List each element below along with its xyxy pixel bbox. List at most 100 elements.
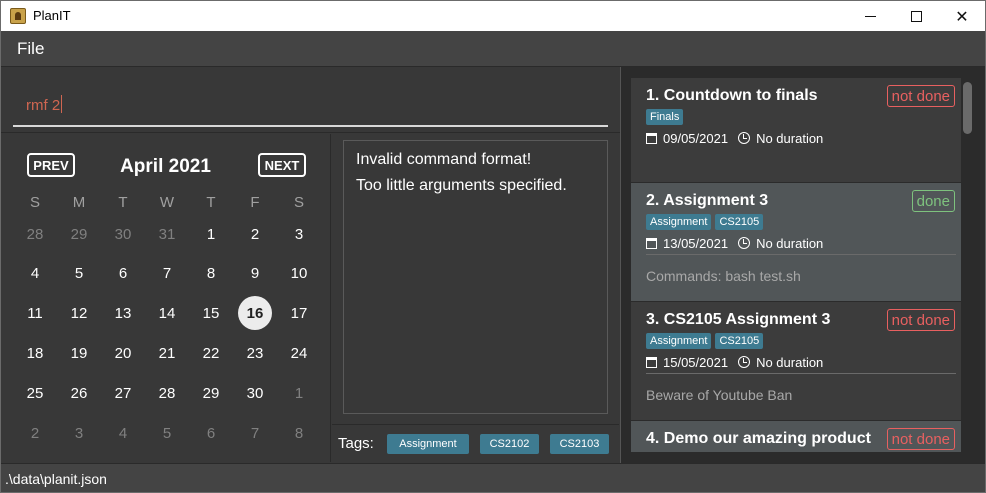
- calendar-day[interactable]: 20: [106, 336, 140, 370]
- calendar-day[interactable]: 8: [194, 256, 228, 290]
- minimize-button[interactable]: [847, 1, 893, 31]
- task-tags: Finals: [646, 109, 684, 125]
- calendar-day[interactable]: 1: [282, 376, 316, 410]
- calendar-day[interactable]: 7: [238, 416, 272, 450]
- calendar-day[interactable]: 22: [194, 336, 228, 370]
- calendar-day[interactable]: 5: [150, 416, 184, 450]
- calendar-day[interactable]: 19: [62, 336, 96, 370]
- calendar-icon: [646, 356, 657, 368]
- task-status-badge: not done: [886, 309, 955, 331]
- calendar-day[interactable]: 14: [150, 296, 184, 330]
- weekday-header: S: [293, 193, 304, 211]
- tag-chip[interactable]: CS2102: [480, 434, 539, 454]
- task-duration: No duration: [756, 130, 824, 146]
- tag-chip[interactable]: CS2103: [550, 434, 609, 454]
- task-card[interactable]: 1. Countdown to finals not done Finals 09/0…: [631, 78, 961, 182]
- task-divider: [646, 373, 956, 374]
- calendar-day[interactable]: 21: [150, 336, 184, 370]
- calendar-day[interactable]: 11: [18, 296, 52, 330]
- calendar-day[interactable]: 7: [150, 256, 184, 290]
- menu-file[interactable]: File: [17, 39, 44, 59]
- calendar-day[interactable]: 26: [62, 376, 96, 410]
- minimize-icon: [864, 15, 876, 17]
- calendar-day[interactable]: 29: [194, 376, 228, 410]
- menu-bar: File: [1, 31, 985, 67]
- calendar-day[interactable]: 18: [18, 336, 52, 370]
- task-list-scrollbar[interactable]: [961, 78, 975, 452]
- app-logo-icon: [10, 8, 26, 24]
- calendar-day[interactable]: 31: [150, 217, 184, 251]
- task-card[interactable]: 3. CS2105 Assignment 3 not done Assignment…: [631, 302, 961, 420]
- calendar-day[interactable]: 6: [106, 256, 140, 290]
- calendar-day[interactable]: 13: [106, 296, 140, 330]
- result-message-line: Too little arguments specified.: [356, 177, 567, 194]
- command-input[interactable]: rmf 2: [13, 79, 608, 127]
- task-card[interactable]: 2. Assignment 3 done Assignment CS2105 13/05…: [631, 183, 961, 301]
- weekday-header: W: [159, 193, 175, 211]
- window-title: PlanIT: [33, 8, 71, 23]
- close-icon: ✕: [955, 6, 969, 26]
- task-status-badge: not done: [886, 428, 955, 450]
- weekday-header: S: [29, 193, 40, 211]
- tag-chip[interactable]: Assignment: [387, 434, 469, 454]
- calendar-day[interactable]: 28: [150, 376, 184, 410]
- task-status-badge: done: [911, 190, 955, 212]
- calendar-day[interactable]: 4: [106, 416, 140, 450]
- calendar-month-title: April 2021: [120, 156, 211, 177]
- calendar-day[interactable]: 23: [238, 336, 272, 370]
- calendar-day[interactable]: 25: [18, 376, 52, 410]
- task-tag: Finals: [646, 109, 684, 125]
- tags-label: Tags:: [338, 435, 374, 452]
- result-message-line: Invalid command format!: [356, 151, 532, 168]
- text-caret: [61, 95, 63, 113]
- task-list[interactable]: 1. Countdown to finals not done Finals 09/0…: [631, 78, 961, 452]
- calendar-day[interactable]: 30: [238, 376, 272, 410]
- calendar-day-today[interactable]: 16: [238, 296, 272, 330]
- maximize-button[interactable]: [893, 1, 939, 31]
- clock-icon: [738, 237, 751, 249]
- calendar-day[interactable]: 17: [282, 296, 316, 330]
- weekday-header: M: [72, 193, 86, 211]
- calendar-next-button[interactable]: NEXT: [258, 153, 306, 177]
- task-status-badge: not done: [886, 85, 955, 107]
- calendar-day[interactable]: 28: [18, 217, 52, 251]
- task-title: 3. CS2105 Assignment 3: [646, 311, 831, 328]
- command-value: rmf 2: [26, 97, 61, 114]
- task-meta: 09/05/2021 No duration: [646, 130, 823, 146]
- calendar-day[interactable]: 1: [194, 217, 228, 251]
- weekday-header: F: [250, 193, 260, 211]
- calendar-panel: PREV April 2021 NEXT S M T W T F S 28 29 30 31 1 2 3 4…: [3, 134, 331, 462]
- calendar-day[interactable]: 15: [194, 296, 228, 330]
- calendar-day[interactable]: 6: [194, 416, 228, 450]
- command-text: rmf 2: [26, 95, 63, 114]
- calendar-day[interactable]: 8: [282, 416, 316, 450]
- calendar-day[interactable]: 2: [238, 217, 272, 251]
- calendar-day[interactable]: 27: [106, 376, 140, 410]
- calendar-day[interactable]: 30: [106, 217, 140, 251]
- calendar-day[interactable]: 12: [62, 296, 96, 330]
- calendar-day[interactable]: 2: [18, 416, 52, 450]
- task-list-panel: 1. Countdown to finals not done Finals 09/0…: [620, 67, 985, 463]
- calendar-day[interactable]: 10: [282, 256, 316, 290]
- command-box: rmf 2: [1, 67, 621, 133]
- task-duration: No duration: [756, 354, 824, 370]
- calendar-day[interactable]: 24: [282, 336, 316, 370]
- calendar-day[interactable]: 29: [62, 217, 96, 251]
- task-tag: Assignment: [646, 214, 712, 230]
- clock-icon: [738, 356, 751, 368]
- task-duration: No duration: [756, 235, 824, 251]
- task-tag: Assignment: [646, 333, 712, 349]
- calendar-day[interactable]: 3: [282, 217, 316, 251]
- scrollbar-thumb[interactable]: [963, 82, 972, 134]
- tags-bar: Tags: Assignment CS2102 CS2103: [332, 424, 619, 462]
- task-card[interactable]: 4. Demo our amazing product not done: [631, 421, 961, 452]
- task-tags: Assignment CS2105: [646, 214, 764, 230]
- calendar-day[interactable]: 9: [238, 256, 272, 290]
- result-display-panel: Invalid command format! Too little argume…: [332, 134, 619, 424]
- calendar-prev-button[interactable]: PREV: [27, 153, 75, 177]
- calendar-day[interactable]: 4: [18, 256, 52, 290]
- calendar-day[interactable]: 5: [62, 256, 96, 290]
- calendar-day[interactable]: 3: [62, 416, 96, 450]
- close-button[interactable]: ✕: [939, 1, 985, 31]
- task-date: 13/05/2021: [663, 235, 729, 251]
